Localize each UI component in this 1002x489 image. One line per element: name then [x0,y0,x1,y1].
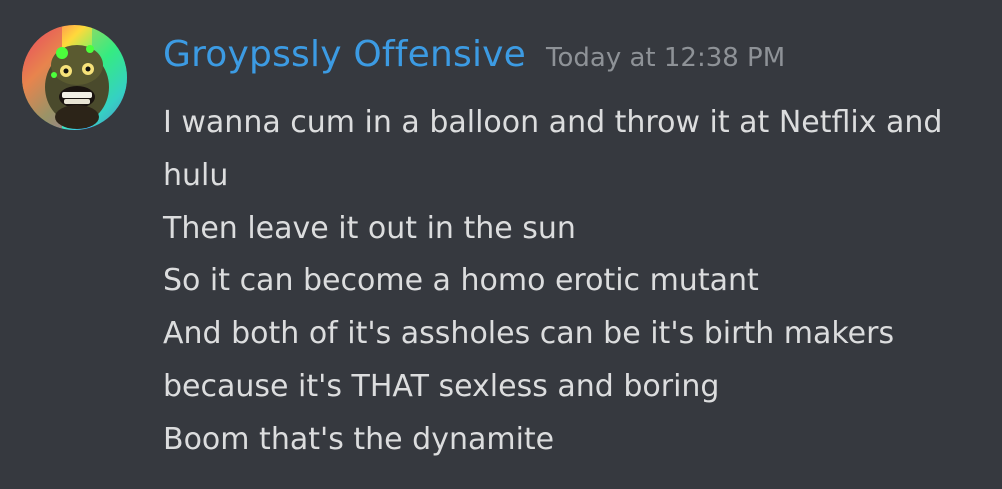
message-line: hulu [163,157,229,193]
message-line: So it can become a homo erotic mutant [163,263,759,299]
message-line: Then leave it out in the sun [163,210,576,246]
username[interactable]: Groypssly Offensive [163,34,526,75]
message-line: Boom that's the dynamite [163,421,555,457]
message-content: I wanna cum in a balloon and throw it at… [163,97,993,467]
message-line: because it's THAT sexless and boring [163,368,720,404]
message-header: Groypssly Offensive Today at 12:38 PM [163,34,785,75]
timestamp[interactable]: Today at 12:38 PM [546,43,785,73]
message-line: I wanna cum in a balloon and throw it at… [163,105,943,140]
chat-message: Groypssly Offensive Today at 12:38 PM I … [0,0,1002,489]
avatar-image [22,25,127,130]
message-line: And both of it's assholes can be it's bi… [163,316,895,352]
avatar[interactable] [22,25,127,130]
